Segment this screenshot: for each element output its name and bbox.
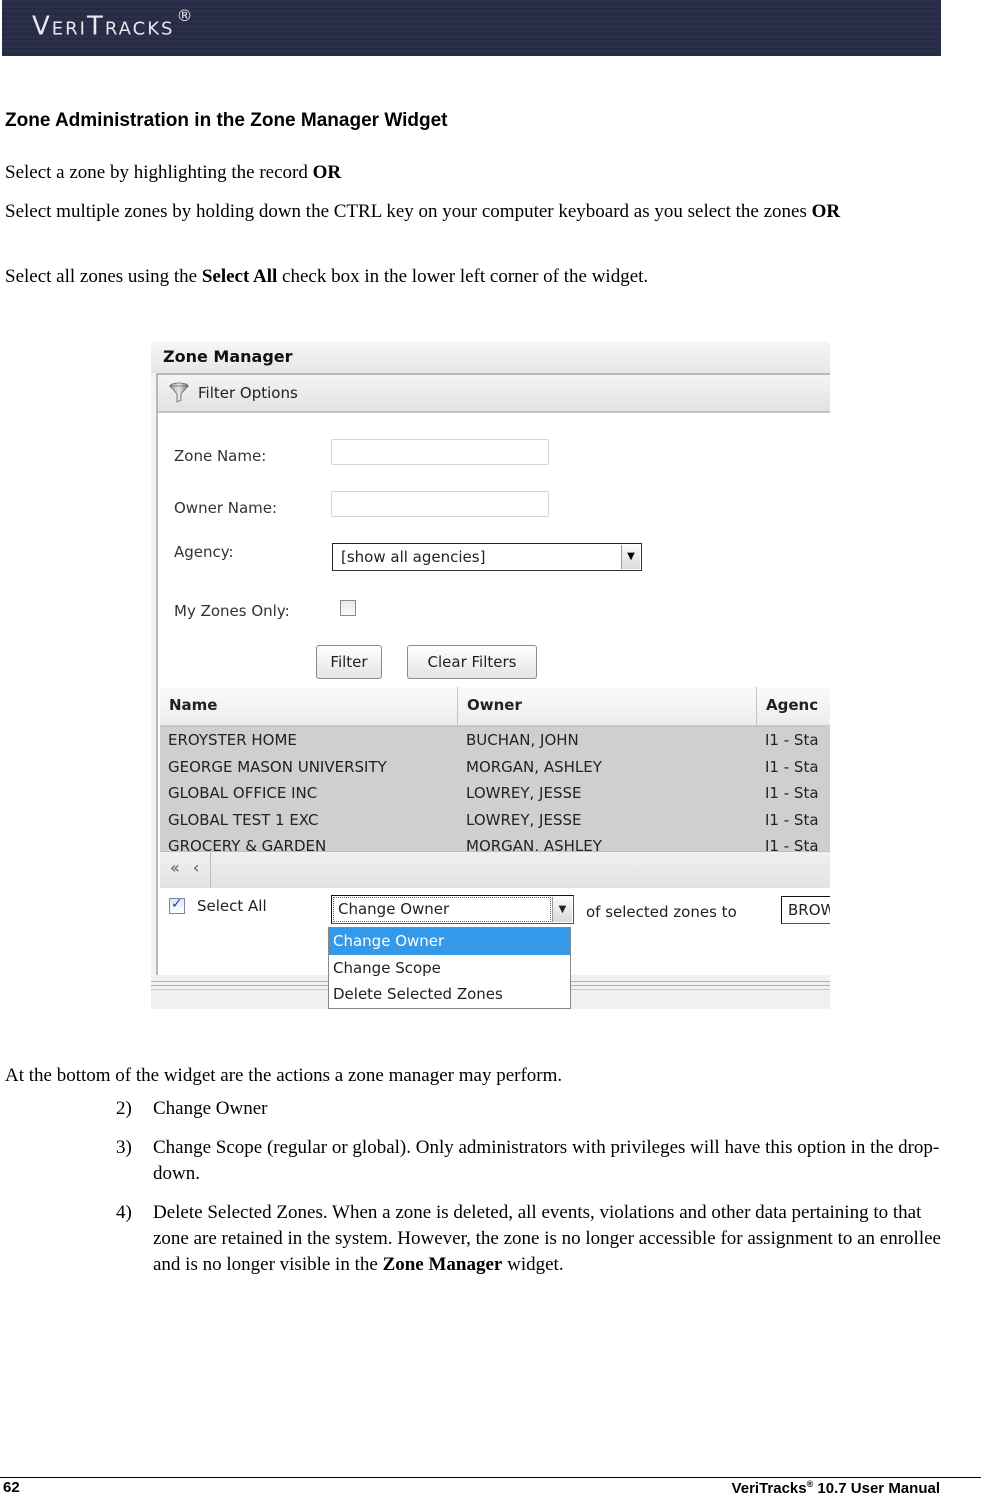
logo-text: VeriTracks <box>32 11 175 42</box>
owner-name-input[interactable] <box>331 491 549 517</box>
paragraph-actions-intro: At the bottom of the widget are the acti… <box>5 1065 563 1086</box>
zone-action-dropdown-list: Change Owner Change Scope Delete Selecte… <box>328 927 571 1009</box>
list-item-text: Change Scope (regular or global). Only a… <box>153 1137 940 1184</box>
page-number: 62 <box>3 1479 20 1496</box>
paragraph-text: Select multiple zones by holding down th… <box>5 201 812 222</box>
my-zones-only-checkbox[interactable] <box>340 600 356 616</box>
registered-mark: ® <box>176 6 195 25</box>
cell-agency: I1 - Sta <box>765 837 819 851</box>
filter-options-label: Filter Options <box>198 384 298 402</box>
paragraph-bold: OR <box>312 162 342 183</box>
cell-name: EROYSTER HOME <box>168 731 297 749</box>
actions-list: 2) Change Owner 3) Change Scope (regular… <box>116 1096 946 1291</box>
table-row[interactable]: GLOBAL TEST 1 EXC LOWREY, JESSE I1 - Sta <box>160 807 830 834</box>
column-header-label: Owner <box>467 696 522 714</box>
cell-agency: I1 - Sta <box>765 731 819 749</box>
zones-grid-header: Name Owner Agenc <box>160 687 830 727</box>
paragraph-select-multiple: Select multiple zones by holding down th… <box>5 199 980 225</box>
column-header-owner[interactable]: Owner <box>458 687 757 725</box>
list-item: 2) Change Owner <box>116 1096 946 1122</box>
column-header-name[interactable]: Name <box>160 687 458 725</box>
cell-owner: LOWREY, JESSE <box>466 810 582 829</box>
previous-page-icon[interactable]: ‹ <box>193 858 199 877</box>
funnel-icon <box>169 382 189 403</box>
veritracks-logo: VeriTracks ® <box>32 6 194 42</box>
cell-agency: I1 - Sta <box>765 784 819 803</box>
dropdown-option-delete-selected-zones[interactable]: Delete Selected Zones <box>329 981 570 1008</box>
zone-name-input[interactable] <box>331 439 549 465</box>
select-all-checkbox[interactable] <box>169 896 185 914</box>
cell-name: GEORGE MASON UNIVERSITY <box>168 757 387 776</box>
column-header-label: Name <box>169 696 218 714</box>
list-item-bold: Zone Manager <box>382 1254 503 1275</box>
section-heading: Zone Administration in the Zone Manager … <box>5 110 448 131</box>
list-item: 3) Change Scope (regular or global). Onl… <box>116 1135 946 1187</box>
chevron-down-icon[interactable]: ▼ <box>621 545 640 569</box>
filter-button[interactable]: Filter <box>316 645 382 679</box>
zones-grid-rows: EROYSTER HOME BUCHAN, JOHN I1 - Sta GEOR… <box>160 727 830 851</box>
table-row[interactable]: GEORGE MASON UNIVERSITY MORGAN, ASHLEY I… <box>160 754 830 781</box>
new-owner-value: BROW <box>788 901 830 919</box>
cell-owner: MORGAN, ASHLEY <box>466 837 602 851</box>
cell-owner: MORGAN, ASHLEY <box>466 757 602 776</box>
dropdown-option-change-scope[interactable]: Change Scope <box>329 955 570 982</box>
column-header-agency[interactable]: Agenc <box>757 687 830 725</box>
agency-label: Agency: <box>174 543 234 561</box>
cell-name: GROCERY & GARDEN <box>168 837 327 851</box>
first-page-icon[interactable]: « <box>170 858 180 877</box>
cell-owner: BUCHAN, JOHN <box>466 731 579 749</box>
agency-select[interactable]: [show all agencies] ▼ <box>332 543 642 571</box>
paragraph-text: check box in the lower left corner of th… <box>277 266 649 287</box>
paragraph-select-all: Select all zones using the Select All ch… <box>5 264 648 290</box>
of-selected-zones-label: of selected zones to <box>586 903 737 921</box>
select-all-label: Select All <box>197 897 267 915</box>
widget-title: Zone Manager <box>163 347 293 366</box>
cell-name: GLOBAL TEST 1 EXC <box>168 810 319 829</box>
manual-title: VeriTracks® 10.7 User Manual <box>732 1479 940 1497</box>
cell-owner: LOWREY, JESSE <box>466 784 582 803</box>
manual-title-text: VeriTracks <box>731 1480 807 1497</box>
footer-divider <box>0 1477 981 1478</box>
cell-name: GLOBAL OFFICE INC <box>168 784 318 803</box>
pager-buttons: « ‹ <box>160 852 211 888</box>
list-item-text: widget. <box>502 1254 564 1275</box>
zone-manager-widget: Zone Manager Filter Options Zone Name: O… <box>151 341 830 1009</box>
list-number: 2) <box>116 1098 132 1119</box>
paragraph-select-zone: Select a zone by highlighting the record… <box>5 160 341 186</box>
cell-agency: I1 - Sta <box>765 757 819 776</box>
widget-body: Filter Options Zone Name: Owner Name: Ag… <box>156 373 830 975</box>
my-zones-only-label: My Zones Only: <box>174 602 290 620</box>
paragraph-bold: Select All <box>201 266 278 287</box>
list-number: 3) <box>116 1137 132 1158</box>
paragraph-text: Select a zone by highlighting the record <box>5 162 313 183</box>
new-owner-select[interactable]: BROW <box>781 896 830 924</box>
zone-name-label: Zone Name: <box>174 447 267 465</box>
list-number: 4) <box>116 1202 132 1223</box>
owner-name-label: Owner Name: <box>174 499 278 517</box>
cell-agency: I1 - Sta <box>765 810 819 829</box>
table-row[interactable]: EROYSTER HOME BUCHAN, JOHN I1 - Sta <box>160 727 830 754</box>
widget-title-bar: Zone Manager <box>151 341 830 373</box>
manual-version: 10.7 User Manual <box>813 1480 940 1497</box>
veritracks-banner: VeriTracks ® <box>2 0 941 56</box>
clear-filters-button[interactable]: Clear Filters <box>407 645 537 679</box>
paragraph-text: Select all zones using the <box>5 266 202 287</box>
paragraph-bold: OR <box>811 201 841 222</box>
filter-options-bar[interactable]: Filter Options <box>158 375 830 413</box>
agency-selected-value: [show all agencies] <box>341 548 486 566</box>
table-row[interactable]: GROCERY & GARDEN MORGAN, ASHLEY I1 - Sta <box>160 833 830 851</box>
list-item-text: Change Owner <box>153 1098 268 1119</box>
chevron-down-icon[interactable]: ▼ <box>552 897 572 922</box>
list-item: 4) Delete Selected Zones. When a zone is… <box>116 1200 946 1278</box>
zone-action-select[interactable]: Change Owner ▼ <box>331 895 574 924</box>
column-header-label: Agenc <box>766 696 819 714</box>
table-row[interactable]: GLOBAL OFFICE INC LOWREY, JESSE I1 - Sta <box>160 780 830 807</box>
dropdown-option-change-owner[interactable]: Change Owner <box>329 928 570 955</box>
grid-pager: « ‹ <box>160 851 830 889</box>
zone-action-selected-value: Change Owner <box>333 897 551 922</box>
